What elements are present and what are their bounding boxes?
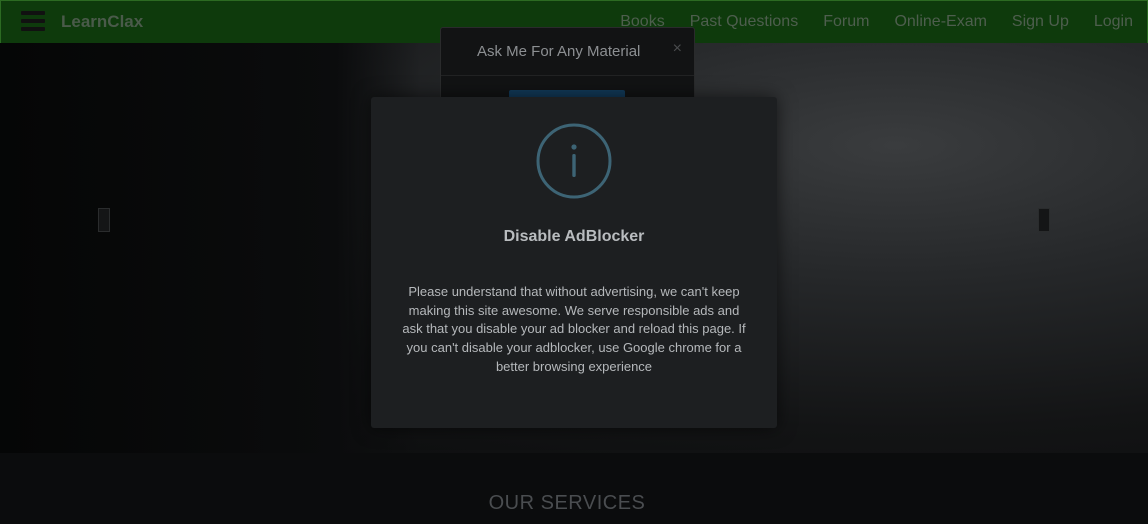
nav-link-login[interactable]: Login — [1094, 13, 1133, 31]
nav-link-online-exam[interactable]: Online-Exam — [894, 13, 986, 31]
hero-shade — [0, 43, 420, 453]
services-heading: OUR SERVICES — [488, 492, 646, 514]
nav-links: Books Past Questions Forum Online-Exam S… — [620, 13, 1133, 31]
modal-divider — [441, 75, 694, 76]
adblock-modal-message: Please understand that without advertisi… — [402, 284, 746, 374]
info-icon — [536, 123, 612, 199]
nav-link-past-questions[interactable]: Past Questions — [690, 13, 799, 31]
nav-link-sign-up[interactable]: Sign Up — [1012, 13, 1069, 31]
hamburger-menu-icon[interactable] — [21, 11, 45, 33]
slider-prev-button[interactable] — [98, 208, 110, 232]
slider-next-button[interactable] — [1038, 208, 1050, 232]
nav-link-forum[interactable]: Forum — [823, 13, 869, 31]
adblock-modal: Disable AdBlocker Please understand that… — [371, 97, 777, 428]
brand-logo[interactable]: LearnClax — [61, 12, 143, 32]
close-icon[interactable]: × — [673, 40, 682, 58]
adblock-modal-title: Disable AdBlocker — [503, 228, 645, 245]
ask-modal-title: Ask Me For Any Material — [477, 43, 641, 60]
